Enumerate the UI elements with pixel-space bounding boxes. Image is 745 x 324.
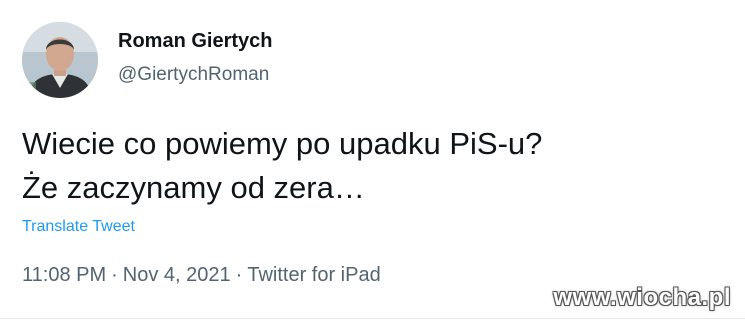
meta-separator: ·	[111, 264, 118, 286]
tweet-source[interactable]: Twitter for iPad	[247, 264, 380, 286]
person-avatar-icon	[22, 22, 98, 98]
author-handle[interactable]: @GiertychRoman	[118, 64, 269, 86]
tweet-card: Roman Giertych @GiertychRoman Wiecie co …	[0, 0, 745, 324]
tweet-text-line: Że zaczynamy od zera…	[22, 170, 365, 205]
translate-tweet-link[interactable]: Translate Tweet	[22, 218, 135, 236]
tweet-text: Wiecie co powiemy po upadku PiS-u? Że za…	[22, 122, 542, 210]
tweet-text-line: Wiecie co powiemy po upadku PiS-u?	[22, 126, 543, 161]
watermark: www.wiocha.pl	[553, 284, 731, 311]
tweet-time[interactable]: 11:08 PM	[22, 264, 106, 286]
avatar[interactable]	[22, 22, 98, 98]
tweet-date[interactable]: Nov 4, 2021	[123, 264, 231, 286]
meta-separator: ·	[235, 264, 243, 286]
author-name[interactable]: Roman Giertych	[118, 30, 272, 53]
tweet-meta: 11:08 PM · Nov 4, 2021 · Twitter for iPad	[22, 264, 381, 287]
divider	[0, 318, 745, 319]
